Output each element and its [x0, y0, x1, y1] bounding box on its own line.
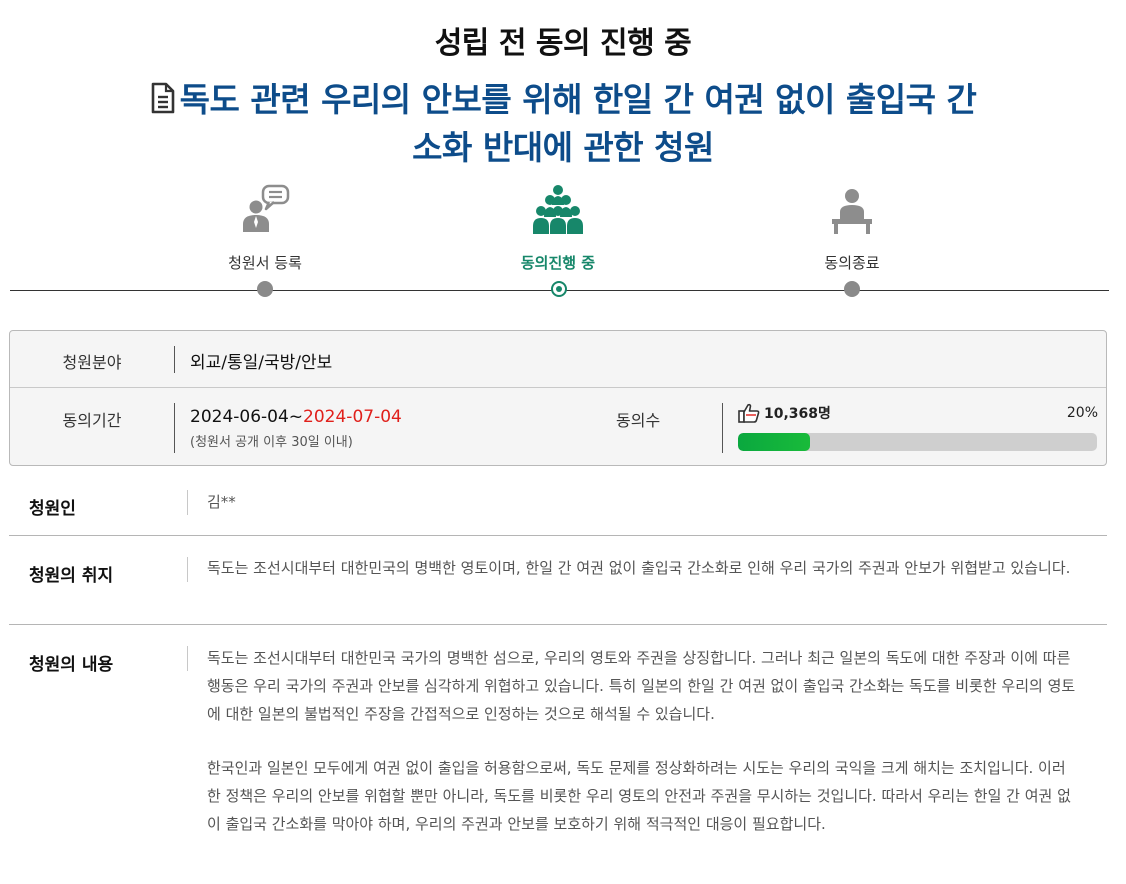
divider [722, 403, 723, 453]
timeline-dot-active [551, 281, 567, 297]
podium-person-icon [832, 189, 872, 234]
period-note: (청원서 공개 이후 30일 이내) [190, 435, 353, 450]
content-paragraph: 한국인과 일본인 모두에게 여권 없이 출입을 허용함으로써, 독도 문제를 정… [207, 759, 1071, 833]
agree-count-value: 10,368명 [764, 406, 831, 422]
agree-progress-fill [738, 433, 810, 451]
divider [187, 490, 188, 515]
agree-percent: 20% [1066, 405, 1098, 421]
category-row: 청원분야 외교/통일/국방/안보 [10, 331, 1106, 388]
period-start: 2024-06-04~ [190, 407, 304, 427]
category-value: 외교/통일/국방/안보 [190, 353, 333, 373]
content-text: 독도는 조선시대부터 대한민국 국가의 명백한 섬으로, 우리의 영토와 주권을… [207, 644, 1077, 838]
step-label: 동의종료 [824, 254, 880, 272]
divider [174, 403, 175, 453]
period-end: 2024-07-04 [303, 407, 402, 427]
divider [174, 346, 175, 373]
content-paragraph: 독도는 조선시대부터 대한민국 국가의 명백한 섬으로, 우리의 영토와 주권을… [207, 649, 1076, 723]
timeline-dot [257, 281, 273, 297]
content-row: 청원의 내용 독도는 조선시대부터 대한민국 국가의 명백한 섬으로, 우리의 … [9, 624, 1107, 884]
group-people-icon [533, 185, 583, 234]
petitioner-value: 김** [207, 493, 236, 511]
divider [187, 646, 188, 671]
petition-status-heading: 성립 전 동의 진행 중 [434, 26, 692, 61]
period-value: 2024-06-04~2024-07-04 [190, 407, 402, 427]
step-closed: 동의종료 [772, 180, 932, 273]
thumbs-up-icon [738, 403, 760, 423]
timeline-dot [844, 281, 860, 297]
petition-title-line1: 독도 관련 우리의 안보를 위해 한일 간 여권 없이 출입국 간 [179, 80, 977, 119]
purpose-label: 청원의 취지 [29, 566, 114, 586]
petitioner-label: 청원인 [29, 499, 76, 519]
petition-info-box: 청원분야 외교/통일/국방/안보 동의기간 2024-06-04~2024-07… [9, 330, 1107, 466]
divider [187, 557, 188, 582]
step-label: 청원서 등록 [228, 254, 302, 272]
purpose-text: 독도는 조선시대부터 대한민국의 명백한 영토이며, 한일 간 여권 없이 출입… [207, 559, 1071, 577]
content-label: 청원의 내용 [29, 655, 114, 675]
petitioner-row: 청원인 김** [9, 470, 1107, 536]
purpose-row: 청원의 취지 독도는 조선시대부터 대한민국의 명백한 영토이며, 한일 간 여… [9, 535, 1107, 625]
period-label: 동의기간 [62, 411, 122, 430]
step-registration: 청원서 등록 [185, 180, 345, 273]
count-label: 동의수 [616, 411, 661, 430]
petition-title: 독도 관련 우리의 안보를 위해 한일 간 여권 없이 출입국 간 소화 반대에… [0, 76, 1126, 172]
step-in-progress: 동의진행 중 [478, 180, 638, 273]
agree-progress-bar [738, 433, 1097, 451]
agree-count: 10,368명 [738, 403, 831, 423]
category-label: 청원분야 [62, 353, 122, 372]
step-label: 동의진행 중 [520, 254, 596, 272]
speech-person-icon [243, 184, 290, 232]
petition-title-line2: 소화 반대에 관한 청원 [412, 128, 714, 167]
document-icon [151, 82, 174, 114]
